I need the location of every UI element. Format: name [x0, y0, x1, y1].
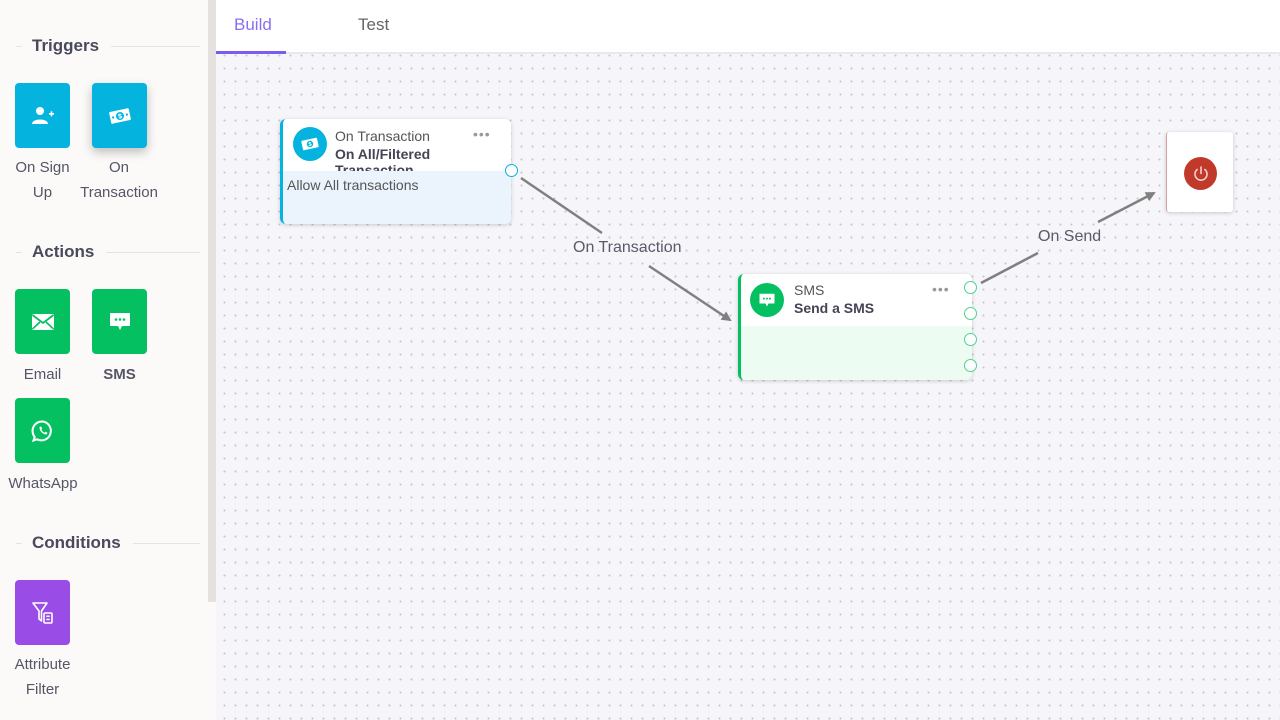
section-triggers: Triggers [16, 36, 200, 56]
node-menu-icon[interactable]: ••• [932, 281, 950, 297]
edge-sms-to-end-arrow [1097, 191, 1156, 224]
node-end[interactable] [1166, 132, 1233, 212]
node-icon: $ [293, 127, 327, 161]
label-line: Filter [25, 681, 60, 698]
node-icon [1184, 157, 1217, 190]
node-body [741, 326, 972, 380]
divider [16, 542, 22, 544]
label-line: Up [32, 184, 53, 201]
output-port[interactable] [505, 164, 518, 177]
divider [106, 251, 200, 253]
whatsapp-icon [31, 419, 52, 442]
filter-icon [31, 601, 53, 624]
tile-label-on-sign-up: On Sign Up [5, 155, 80, 205]
label-line: Transaction [80, 184, 158, 201]
tile-label-on-transaction: On Transaction [78, 155, 160, 205]
tile-sms[interactable] [92, 289, 147, 354]
label-line: On Sign [15, 159, 70, 176]
section-conditions: Conditions [16, 533, 200, 553]
money-icon: $ [108, 107, 131, 124]
edge-transaction-to-sms-segment [520, 176, 603, 235]
section-title-conditions: Conditions [32, 533, 121, 552]
sidebar: Triggers On Sign Up $ On Transaction Act… [0, 0, 208, 720]
node-title: Send a SMS [794, 300, 875, 316]
divider [16, 45, 22, 47]
node-body-text: Allow All transactions [287, 177, 419, 193]
tile-label-attribute-filter: Attribute Filter [5, 652, 80, 702]
flow-canvas[interactable]: On Transaction On Send $ On Transaction … [216, 54, 1280, 720]
sidebar-scrollbar-thumb[interactable] [208, 0, 216, 602]
edge-label-on-transaction[interactable]: On Transaction [573, 239, 682, 257]
node-body: Allow All transactions [283, 171, 511, 224]
section-title-triggers: Triggers [32, 36, 100, 55]
tile-label-whatsapp: WhatsApp [8, 475, 78, 492]
section-actions: Actions [16, 242, 200, 262]
node-icon [750, 283, 784, 317]
tile-label-sms: SMS [103, 366, 136, 383]
output-port[interactable] [964, 307, 977, 320]
tile-whatsapp[interactable] [15, 398, 70, 463]
node-type: SMS [794, 282, 825, 298]
tile-attribute-filter[interactable] [15, 580, 70, 645]
node-on-transaction[interactable]: $ On Transaction On All/Filtered Transac… [280, 119, 511, 224]
label-line: Attribute [14, 656, 71, 673]
divider [111, 45, 200, 47]
edge-label-on-send[interactable]: On Send [1038, 228, 1101, 246]
divider [132, 542, 200, 544]
tile-email[interactable] [15, 289, 70, 354]
node-type: On Transaction [335, 128, 430, 144]
node-header: SMS Send a SMS ••• [741, 274, 972, 326]
output-port[interactable] [964, 359, 977, 372]
tile-on-sign-up[interactable] [15, 83, 70, 148]
divider [16, 251, 22, 253]
user-plus-icon [31, 106, 54, 124]
node-menu-icon[interactable]: ••• [473, 126, 491, 142]
chat-bubble-icon [759, 293, 775, 306]
power-icon [1193, 165, 1208, 181]
edge-transaction-to-sms-arrow [648, 264, 732, 322]
money-icon: $ [301, 137, 319, 151]
output-port[interactable] [964, 333, 977, 346]
edge-sms-to-end-segment [980, 251, 1039, 285]
envelope-icon [31, 313, 54, 330]
node-sms[interactable]: SMS Send a SMS ••• [738, 274, 972, 380]
flow-builder: Build Test On Transaction On Send $ On T… [216, 0, 1280, 720]
section-title-actions: Actions [32, 242, 95, 261]
label-line: On [108, 159, 129, 176]
tile-label-email: Email [23, 366, 62, 383]
chat-bubble-icon [109, 312, 130, 330]
node-header: $ On Transaction On All/Filtered Transac… [283, 119, 511, 178]
output-port[interactable] [964, 281, 977, 294]
tile-on-transaction[interactable]: $ [92, 83, 147, 148]
